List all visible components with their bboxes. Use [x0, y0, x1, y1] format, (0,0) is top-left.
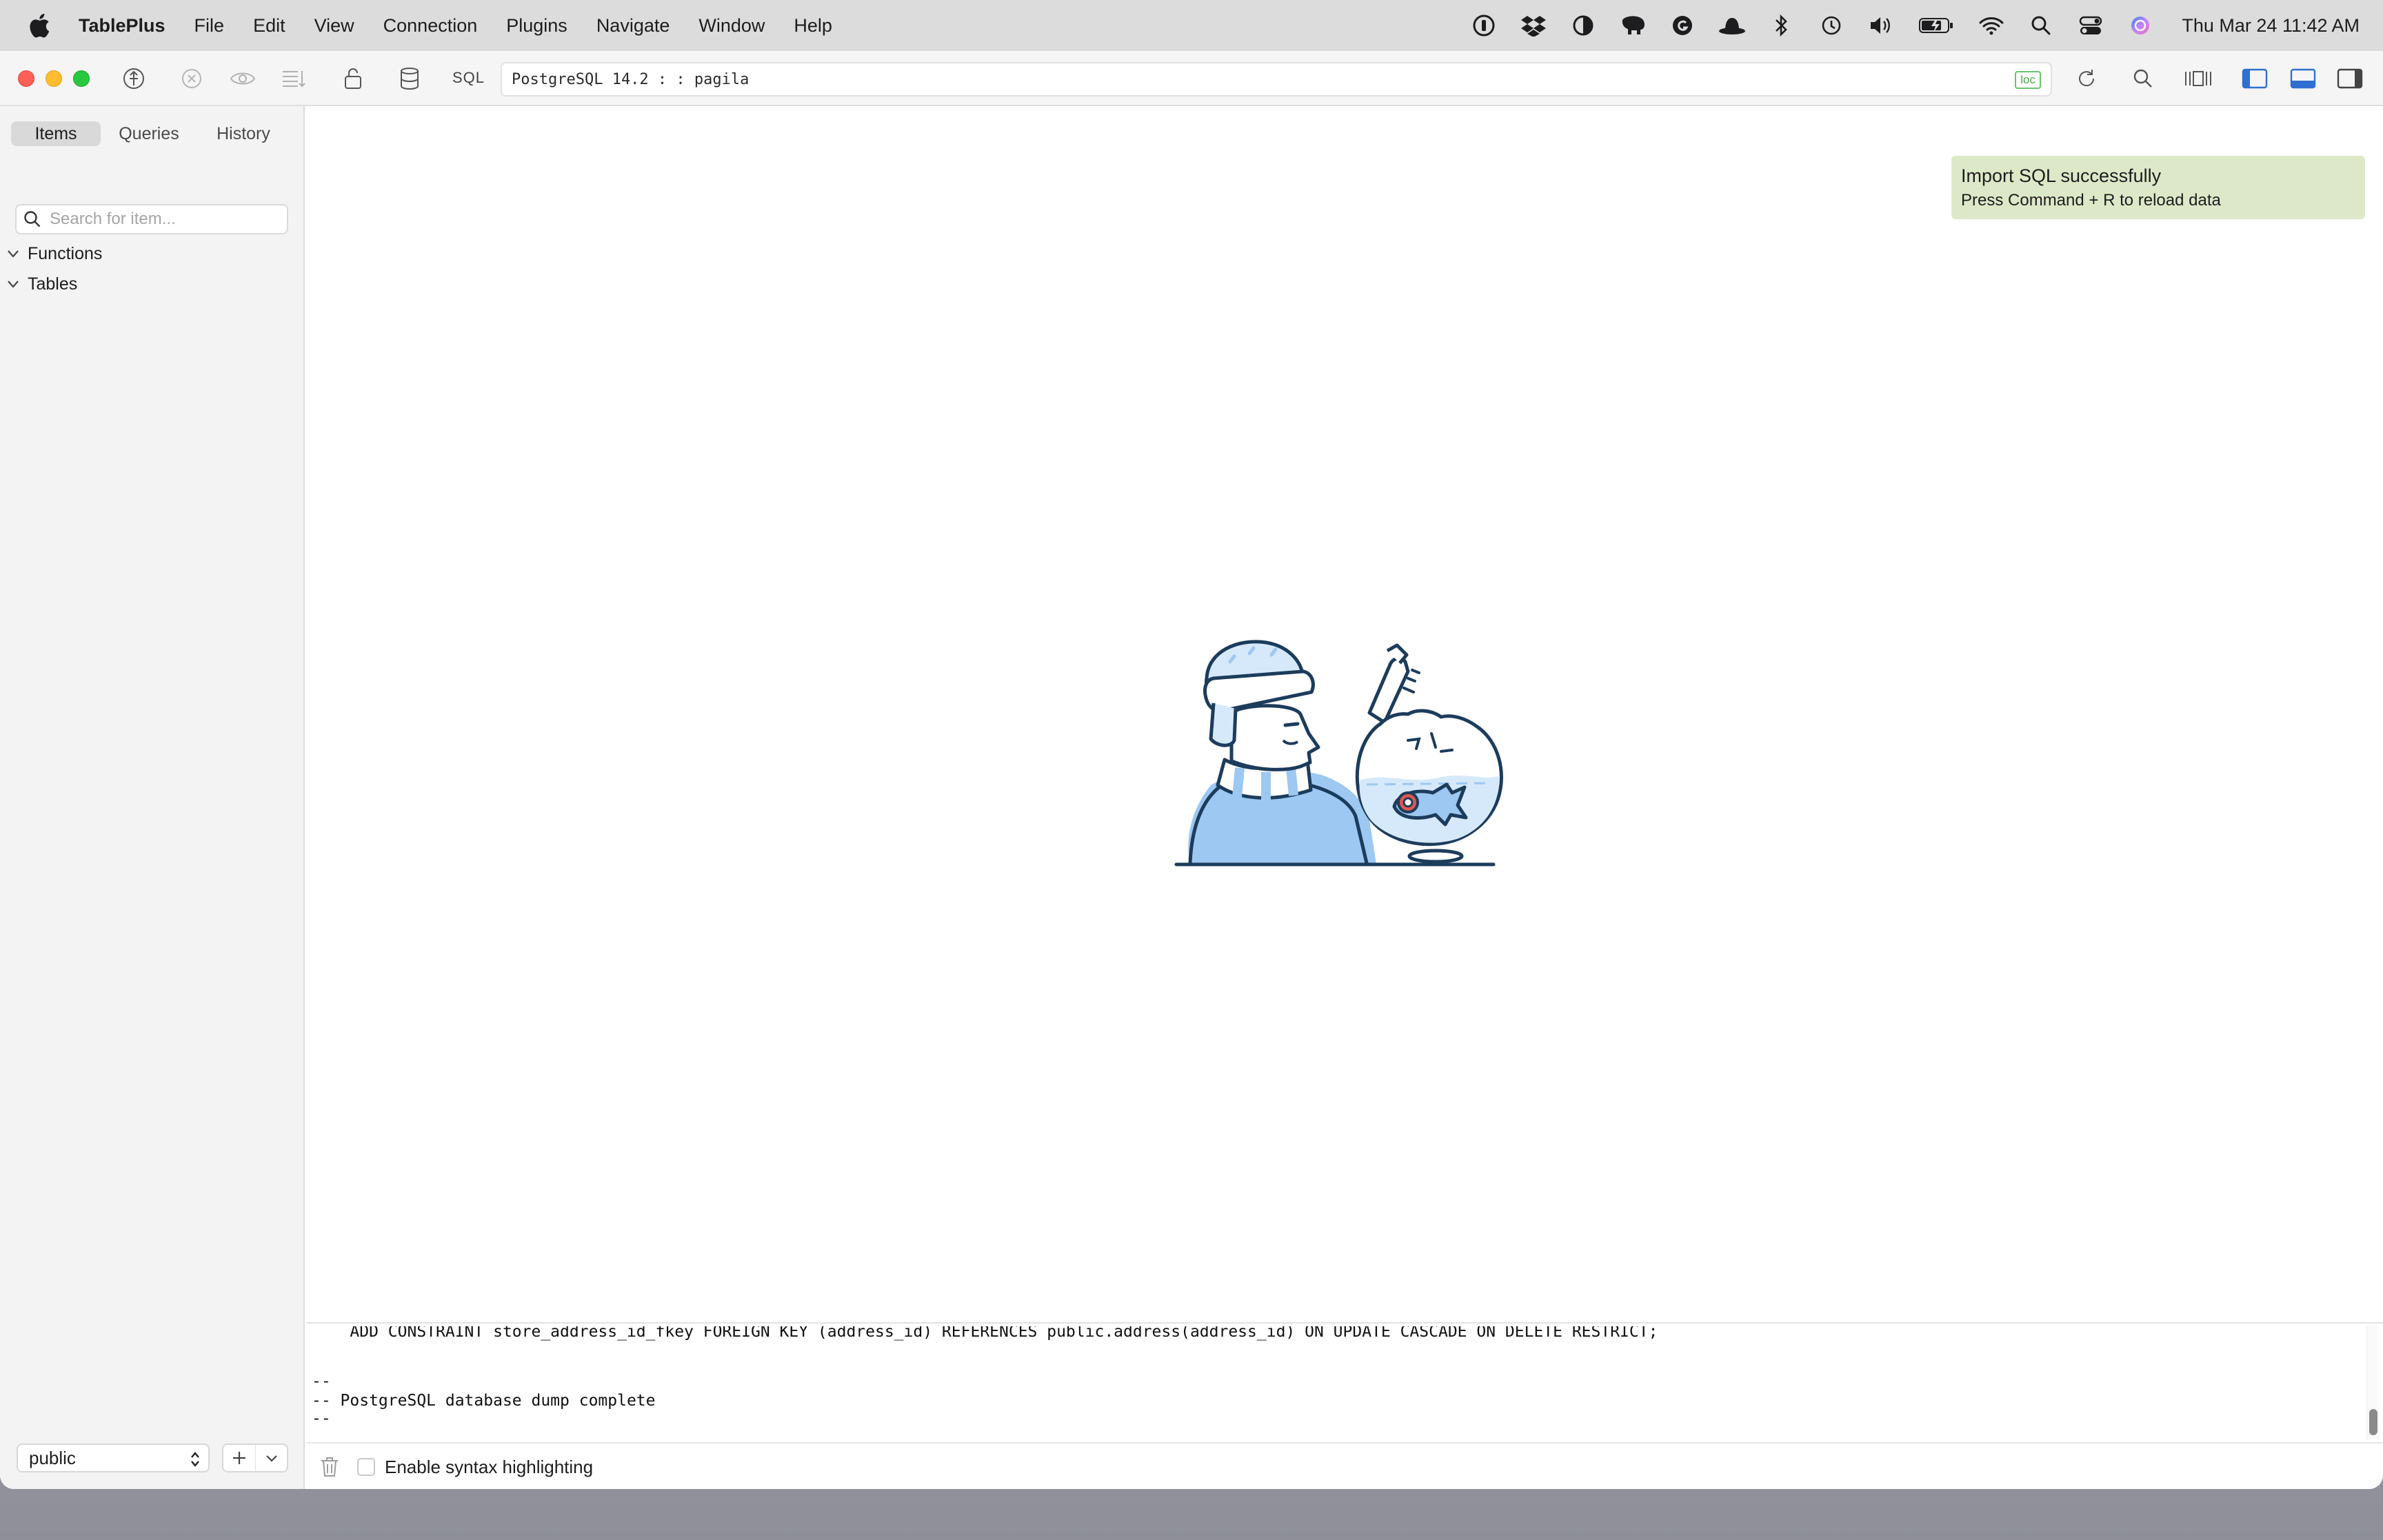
bluetooth-icon[interactable]	[1768, 12, 1796, 39]
console-line: --	[312, 1372, 331, 1390]
menu-clock[interactable]: Thu Mar 24 11:42 AM	[2182, 15, 2360, 37]
updown-chevron-icon	[191, 1452, 199, 1467]
connection-info-bar[interactable]: PostgreSQL 14.2 : : pagila loc	[501, 62, 2052, 97]
sidebar: Items Queries History Functions Tables p…	[0, 106, 305, 1489]
sql-editor-button[interactable]: SQL	[452, 69, 485, 87]
menu-edit[interactable]: Edit	[253, 15, 285, 37]
app-window: SQL PostgreSQL 14.2 : : pagila loc Items…	[0, 51, 2383, 1489]
lock-icon[interactable]	[339, 65, 367, 92]
database-icon[interactable]	[396, 65, 423, 92]
scrollbar-thumb[interactable]	[2369, 1409, 2377, 1435]
connection-tag-badge: loc	[2015, 71, 2041, 89]
menu-plugins[interactable]: Plugins	[506, 15, 567, 37]
search-icon	[24, 211, 41, 227]
menu-bar: TablePlus File Edit View Connection Plug…	[0, 0, 2383, 51]
chevron-down-icon	[265, 1455, 277, 1462]
console-log[interactable]: ADD CONSTRAINT store_address_id_fkey FOR…	[312, 1326, 2353, 1442]
toast-title: Import SQL successfully	[1961, 165, 2162, 186]
tree-item-label: Functions	[28, 243, 103, 263]
trash-icon[interactable]	[317, 1455, 342, 1479]
console-line: --	[312, 1410, 331, 1428]
refresh-icon[interactable]	[2073, 65, 2100, 92]
console-scrollbar[interactable]	[2366, 1325, 2379, 1439]
siri-icon[interactable]	[2126, 12, 2154, 39]
alfred-hat-icon[interactable]	[1718, 12, 1746, 39]
sidebar-search	[15, 204, 288, 234]
preview-eye-icon[interactable]	[229, 65, 257, 92]
sidebar-tab-switcher: Items Queries History	[11, 120, 287, 148]
add-item-button[interactable]	[223, 1445, 255, 1471]
split-view-icon[interactable]	[2184, 65, 2212, 92]
toggle-console-icon[interactable]	[2289, 65, 2317, 92]
password-manager-icon[interactable]	[1470, 12, 1498, 39]
schema-select-value: public	[29, 1447, 76, 1468]
syntax-highlighting-checkbox[interactable]	[357, 1458, 375, 1476]
grammarly-icon[interactable]	[1669, 12, 1696, 39]
console-line: -- PostgreSQL database dump complete	[312, 1392, 656, 1410]
toolbar: SQL PostgreSQL 14.2 : : pagila loc	[0, 51, 2383, 106]
window-minimize-button[interactable]	[46, 70, 62, 87]
dropbox-icon[interactable]	[1520, 12, 1547, 39]
menu-help[interactable]: Help	[794, 15, 832, 37]
stop-query-icon[interactable]	[178, 65, 205, 92]
connection-label: PostgreSQL 14.2 : : pagila	[512, 70, 750, 88]
window-zoom-button[interactable]	[73, 70, 90, 87]
schema-select[interactable]: public	[17, 1443, 210, 1472]
menu-window[interactable]: Window	[698, 15, 765, 37]
toggle-sidebar-right-icon[interactable]	[2336, 65, 2364, 92]
battery-icon[interactable]	[1917, 12, 1955, 39]
menu-view[interactable]: View	[314, 15, 354, 37]
menu-file[interactable]: File	[194, 15, 225, 37]
add-item-group	[222, 1443, 288, 1472]
volume-icon[interactable]	[1867, 12, 1895, 39]
tab-items[interactable]: Items	[11, 121, 101, 146]
menu-app-name[interactable]: TablePlus	[79, 15, 165, 37]
contrast-icon[interactable]	[1569, 12, 1597, 39]
plus-icon	[233, 1452, 245, 1464]
menu-navigate[interactable]: Navigate	[596, 15, 670, 37]
apple-icon[interactable]	[26, 12, 51, 39]
chevron-down-icon	[8, 250, 19, 258]
empty-state-illustration	[1174, 640, 1503, 867]
tab-queries[interactable]: Queries	[101, 121, 197, 146]
add-item-menu-button[interactable]	[255, 1445, 287, 1471]
wifi-icon[interactable]	[1978, 12, 2005, 39]
toggle-sidebar-left-icon[interactable]	[2241, 65, 2269, 92]
connection-status-icon[interactable]	[120, 65, 148, 92]
spotlight-search-icon[interactable]	[2027, 12, 2055, 39]
toast-message: Press Command + R to reload data	[1961, 191, 2221, 210]
tree-item-label: Tables	[28, 274, 78, 294]
main-content: Import SQL successfully Press Command + …	[306, 106, 2383, 1322]
tree-item-functions[interactable]: Functions	[6, 240, 102, 267]
control-center-icon[interactable]	[2077, 12, 2104, 39]
search-input[interactable]	[50, 210, 284, 229]
tree-item-tables[interactable]: Tables	[6, 270, 77, 298]
import-success-toast[interactable]: Import SQL successfully Press Command + …	[1951, 156, 2365, 219]
status-menu-area: Thu Mar 24 11:42 AM	[1470, 0, 2383, 51]
search-icon[interactable]	[2129, 65, 2157, 92]
console-footer: Enable syntax highlighting	[306, 1442, 2383, 1489]
tableplus-elephant-icon[interactable]	[1619, 12, 1647, 39]
console-line: ADD CONSTRAINT store_address_id_fkey FOR…	[312, 1326, 1658, 1341]
window-close-button[interactable]	[18, 70, 34, 87]
chevron-down-icon	[8, 281, 19, 288]
menu-connection[interactable]: Connection	[383, 15, 478, 37]
syntax-highlighting-label[interactable]: Enable syntax highlighting	[385, 1457, 593, 1478]
console-panel: ADD CONSTRAINT store_address_id_fkey FOR…	[306, 1322, 2383, 1489]
tab-history[interactable]: History	[197, 121, 290, 146]
commit-changes-icon[interactable]	[280, 65, 308, 92]
time-machine-icon[interactable]	[1818, 12, 1845, 39]
